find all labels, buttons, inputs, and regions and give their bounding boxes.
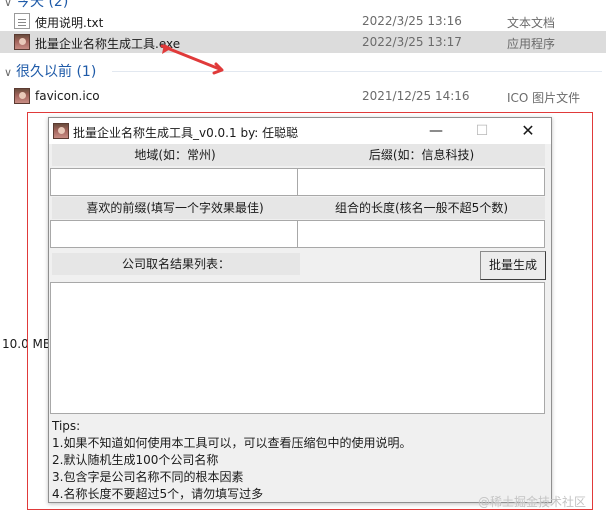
file-type: 文本文档 bbox=[507, 16, 556, 30]
prefix-input[interactable] bbox=[50, 220, 298, 248]
chevron-down-icon: ∨ bbox=[4, 66, 13, 79]
tip-line: 2.默认随机生成100个公司名称 bbox=[52, 453, 219, 467]
file-date: 2021/12/25 14:16 bbox=[362, 89, 470, 103]
tip-line: 4.名称长度不要超过5个，请勿填写过多 bbox=[52, 487, 264, 501]
group-header-long-ago[interactable]: ∨ 很久以前 (1) bbox=[4, 61, 96, 81]
suffix-label: 后缀(如：信息科技) bbox=[298, 144, 545, 166]
title-bar[interactable]: 批量企业名称生成工具_v0.0.1 by: 任聪聪 — ☐ ✕ bbox=[49, 118, 551, 144]
app-icon bbox=[53, 123, 69, 139]
file-type: ICO 图片文件 bbox=[507, 91, 581, 105]
result-label: 公司取名结果列表： bbox=[52, 253, 300, 275]
file-date: 2022/3/25 13:16 bbox=[362, 14, 462, 28]
tip-line: 3.包含字是公司名称不同的根本因素 bbox=[52, 470, 244, 484]
tips-panel: Tips: 1.如果不知道如何使用本工具可以，可以查看压缩包中的使用说明。 2.… bbox=[52, 418, 411, 503]
file-name: 使用说明.txt bbox=[35, 16, 104, 30]
close-button[interactable]: ✕ bbox=[505, 118, 551, 144]
file-row-exe[interactable]: 批量企业名称生成工具.exe 2022/3/25 13:17 应用程序 bbox=[0, 31, 606, 53]
annotation-arrow-icon bbox=[160, 44, 224, 75]
tip-line: 1.如果不知道如何使用本工具可以，可以查看压缩包中的使用说明。 bbox=[52, 436, 412, 450]
window-title: 批量企业名称生成工具_v0.0.1 by: 任聪聪 bbox=[73, 126, 299, 140]
app-icon bbox=[14, 34, 30, 50]
file-name: 批量企业名称生成工具.exe bbox=[35, 37, 181, 51]
minimize-button[interactable]: — bbox=[413, 118, 459, 144]
maximize-button[interactable]: ☐ bbox=[459, 118, 505, 144]
generate-button[interactable]: 批量生成 bbox=[480, 251, 546, 280]
file-row-favicon[interactable]: favicon.ico 2021/12/25 14:16 ICO 图片文件 bbox=[0, 85, 606, 107]
text-file-icon bbox=[14, 13, 30, 29]
prefix-label: 喜欢的前缀(填写一个字效果最佳) bbox=[52, 197, 298, 219]
length-label: 组合的长度(核名一般不超5个数) bbox=[298, 197, 545, 219]
chevron-down-icon: ∨ bbox=[4, 0, 13, 9]
tips-heading: Tips: bbox=[52, 419, 81, 433]
length-input[interactable] bbox=[297, 220, 545, 248]
file-name: favicon.ico bbox=[35, 89, 100, 103]
watermark: @稀土掘金技术社区 bbox=[478, 495, 587, 509]
file-date: 2022/3/25 13:17 bbox=[362, 35, 462, 49]
file-row-readme[interactable]: 使用说明.txt 2022/3/25 13:16 文本文档 bbox=[0, 10, 606, 32]
result-listbox[interactable] bbox=[50, 282, 545, 414]
file-type: 应用程序 bbox=[507, 37, 556, 51]
region-label: 地域(如：常州) bbox=[52, 144, 298, 166]
suffix-input[interactable] bbox=[297, 168, 545, 196]
tool-window: 批量企业名称生成工具_v0.0.1 by: 任聪聪 — ☐ ✕ 地域(如：常州)… bbox=[48, 117, 552, 503]
image-file-icon bbox=[14, 88, 30, 104]
region-input[interactable] bbox=[50, 168, 298, 196]
